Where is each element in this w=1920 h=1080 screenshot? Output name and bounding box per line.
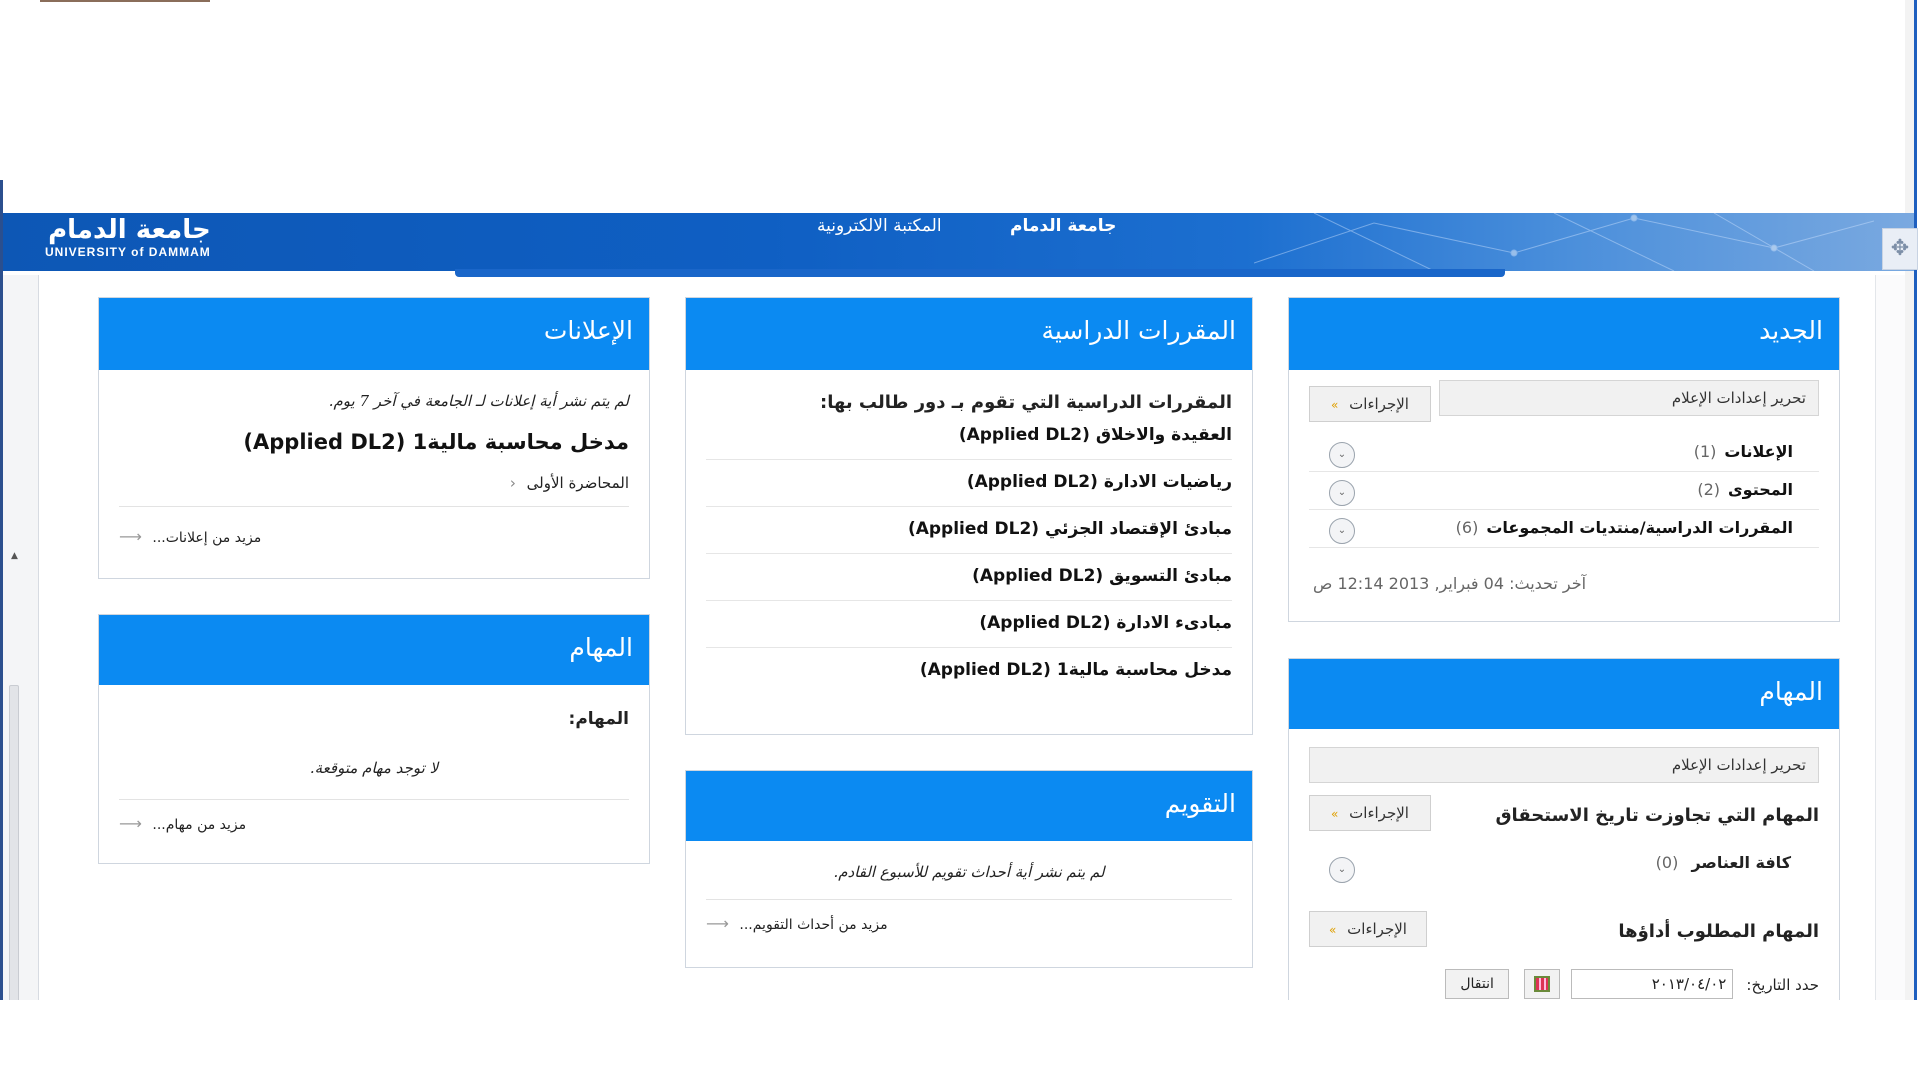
new-item-row[interactable]: المحتوى (2) ⌄ — [1309, 472, 1819, 510]
announcement-item[interactable]: المحاضرة الأولى ‹ — [119, 474, 629, 507]
go-button[interactable]: انتقال — [1445, 969, 1510, 999]
more-tasks-label: مزيد من مهام... — [152, 817, 247, 833]
announcements-note: لم يتم نشر أية إعلانات لـ الجامعة في آخر… — [328, 392, 629, 410]
course-link[interactable]: مدخل محاسبة مالية1 (Applied DL2) — [706, 648, 1232, 694]
new-row-count: (2) — [1697, 480, 1721, 499]
arrow-right-icon: ⟶ — [119, 814, 142, 833]
move-handle-icon[interactable]: ✥ — [1882, 228, 1918, 270]
announcements-panel: الإعلانات لم يتم نشر أية إعلانات لـ الجا… — [98, 297, 650, 579]
chevron-left-icon: ‹ — [509, 474, 516, 492]
more-tasks-link[interactable]: ⟶ مزيد من مهام... — [119, 814, 629, 833]
date-input[interactable]: ٢٠١٣/٠٤/٠٢ — [1571, 969, 1734, 999]
calendar-title: التقويم — [686, 771, 1252, 841]
calendar-note: لم يتم نشر أية أحداث تقويم للأسبوع القاد… — [706, 863, 1232, 900]
announcements-title: الإعلانات — [99, 298, 649, 370]
whats-new-title: الجديد — [1289, 298, 1839, 370]
calendar-icon[interactable] — [1524, 969, 1561, 999]
due-actions-label: الإجراءات — [1347, 920, 1407, 938]
arrow-right-icon: ⟶ — [119, 527, 142, 546]
date-label: حدد التاريخ: — [1746, 975, 1819, 994]
left-scrollbar[interactable]: ▲ — [3, 275, 39, 1075]
chevron-down-icon: » — [1331, 807, 1339, 821]
all-items-label: كافة العناصر — [1691, 853, 1791, 872]
due-actions-button[interactable]: الإجراءات » — [1309, 911, 1427, 947]
university-logo[interactable]: جامعة الدمام UNIVERSITY of DAMMAM — [45, 215, 211, 259]
whats-new-panel: الجديد تحرير إعدادات الإعلام الإجراءات »… — [1288, 297, 1840, 622]
expand-circle-icon[interactable]: ⌄ — [1329, 518, 1355, 544]
actions-label: الإجراءات — [1349, 395, 1409, 413]
new-row-label: المقررات الدراسية/منتديات المجموعات — [1486, 518, 1793, 537]
actions-button[interactable]: الإجراءات » — [1309, 795, 1431, 831]
courses-panel: المقررات الدراسية المقررات الدراسية التي… — [685, 297, 1253, 735]
expand-circle-icon[interactable]: ⌄ — [1329, 442, 1355, 468]
tasks-left-title: المهام — [99, 615, 649, 685]
all-items-row[interactable]: كافة العناصر (0) — [1656, 853, 1791, 872]
announcement-item-label: المحاضرة الأولى — [526, 474, 629, 492]
new-row-count: (1) — [1693, 442, 1717, 461]
course-link[interactable]: رياضيات الادارة (Applied DL2) — [706, 460, 1232, 507]
chevron-down-icon: » — [1329, 923, 1337, 937]
more-announcements-link[interactable]: ⟶ مزيد من إعلانات... — [119, 527, 629, 546]
header-banner: جامعة الدمام UNIVERSITY of DAMMAM — [3, 213, 1914, 271]
overdue-heading: المهام التي تجاوزت تاريخ الاستحقاق — [1495, 805, 1819, 826]
actions-label: الإجراءات — [1349, 804, 1409, 822]
right-gutter — [1875, 275, 1905, 1000]
last-updated: آخر تحديث: 04 فبراير, 2013 12:14 ص — [1313, 574, 1587, 593]
chevron-down-icon: » — [1331, 398, 1339, 412]
banner-decoration — [1254, 213, 1874, 271]
all-items-count: (0) — [1655, 853, 1679, 872]
right-frame-line — [1914, 0, 1917, 1000]
course-link[interactable]: مبادئ التسويق (Applied DL2) — [706, 554, 1232, 601]
nav-university[interactable]: جامعة الدمام — [1010, 216, 1116, 236]
tasks-right-title: المهام — [1289, 659, 1839, 729]
new-item-row[interactable]: الإعلانات (1) ⌄ — [1309, 434, 1819, 472]
announcement-course[interactable]: مدخل محاسبة مالية1 (Applied DL2) — [119, 430, 629, 454]
edit-notification-settings-button[interactable]: تحرير إعدادات الإعلام — [1439, 380, 1819, 416]
course-link[interactable]: العقيدة والاخلاق (Applied DL2) — [706, 417, 1232, 460]
new-row-count: (6) — [1455, 518, 1479, 537]
tasks-right-panel: المهام تحرير إعدادات الإعلام المهام التي… — [1288, 658, 1840, 1000]
more-announcements-label: مزيد من إعلانات... — [152, 530, 262, 546]
nav-e-library[interactable]: المكتبة الالكترونية — [817, 216, 942, 236]
right-frame-gray — [1905, 0, 1914, 1000]
banner-strip — [455, 269, 1505, 277]
scroll-up-icon[interactable]: ▲ — [11, 551, 18, 561]
expand-circle-icon[interactable]: ⌄ — [1329, 857, 1355, 883]
tasks-left-label: المهام: — [568, 709, 629, 729]
logo-english: UNIVERSITY of DAMMAM — [45, 245, 211, 259]
course-link[interactable]: مبادئ الإقتصاد الجزئي (Applied DL2) — [706, 507, 1232, 554]
courses-title: المقررات الدراسية — [686, 298, 1252, 370]
actions-button[interactable]: الإجراءات » — [1309, 386, 1431, 422]
due-heading: المهام المطلوب أداؤها — [1618, 921, 1819, 942]
logo-arabic: جامعة الدمام — [48, 215, 211, 245]
tasks-left-panel: المهام المهام: لا توجد مهام متوقعة. ⟶ مز… — [98, 614, 650, 864]
new-row-label: الإعلانات — [1724, 442, 1793, 461]
more-calendar-link[interactable]: ⟶ مزيد من أحداث التقويم... — [706, 914, 1232, 933]
bottom-blank-area — [0, 1000, 1920, 1080]
top-rule — [40, 0, 210, 2]
courses-intro: المقررات الدراسية التي تقوم بـ دور طالب … — [820, 392, 1232, 413]
date-picker-row: حدد التاريخ: ٢٠١٣/٠٤/٠٢ انتقال — [1445, 969, 1819, 999]
expand-circle-icon[interactable]: ⌄ — [1329, 480, 1355, 506]
more-calendar-label: مزيد من أحداث التقويم... — [739, 917, 888, 933]
arrow-right-icon: ⟶ — [706, 914, 729, 933]
edit-notification-settings-button[interactable]: تحرير إعدادات الإعلام — [1309, 747, 1819, 783]
course-link[interactable]: مبادىء الادارة (Applied DL2) — [706, 601, 1232, 648]
new-row-label: المحتوى — [1728, 480, 1793, 499]
calendar-panel: التقويم لم يتم نشر أية أحداث تقويم للأسب… — [685, 770, 1253, 968]
new-item-row[interactable]: المقررات الدراسية/منتديات المجموعات (6) ⌄ — [1309, 510, 1819, 548]
tasks-left-note: لا توجد مهام متوقعة. — [119, 759, 629, 800]
